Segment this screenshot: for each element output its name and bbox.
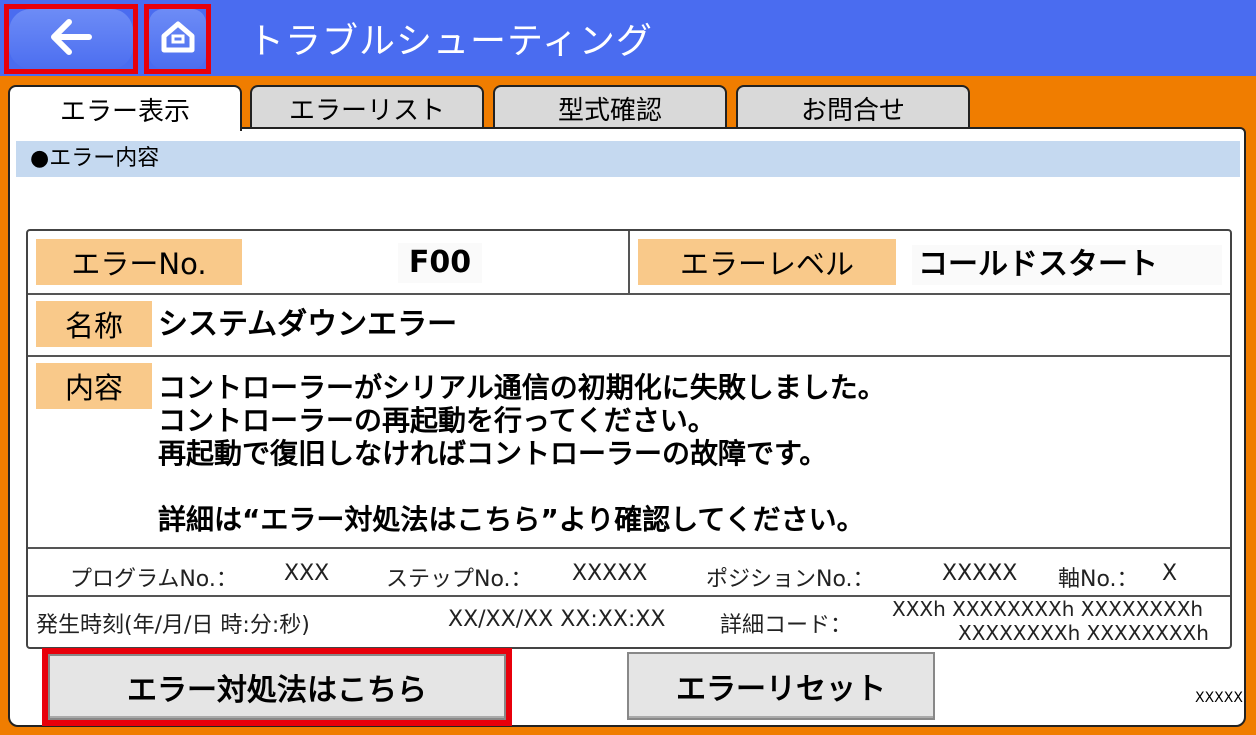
detail-code-line-2: XXXXXXXXh XXXXXXXXh	[958, 621, 1209, 645]
axis-no-label: 軸No.：	[1058, 567, 1139, 592]
footer-code: XXXXX	[1195, 690, 1243, 706]
content-line: コントローラーがシリアル通信の初期化に失敗しました。	[158, 371, 886, 404]
page-title: トラブルシューティング	[248, 21, 653, 62]
content-panel: ●エラー内容 エラーNo. F00 エラーレベル コールドスタート 名称 システ…	[8, 127, 1246, 727]
home-icon	[159, 19, 197, 59]
home-button-face[interactable]	[149, 9, 206, 69]
row-divider	[28, 355, 1230, 357]
content-line: コントローラーの再起動を行ってください。	[158, 404, 716, 437]
home-button[interactable]	[144, 4, 211, 74]
detail-code-line-1: XXXh XXXXXXXXh XXXXXXXXh	[892, 597, 1204, 621]
column-divider	[628, 231, 630, 293]
arrow-left-icon	[49, 17, 93, 61]
error-remedy-button-highlight[interactable]: エラー対処法はこちら	[42, 648, 512, 726]
name-label: 名称	[36, 301, 152, 347]
step-no-value: XXXXX	[572, 561, 648, 586]
error-reset-button[interactable]: エラーリセット	[627, 652, 935, 720]
name-value: システムダウンエラー	[158, 307, 458, 342]
error-level-label: エラーレベル	[638, 239, 896, 285]
tab-contact[interactable]: お問合せ	[736, 85, 970, 129]
error-no-value: F00	[398, 243, 482, 283]
content-line	[158, 470, 1218, 503]
tab-error-display[interactable]: エラー表示	[8, 85, 242, 131]
content-line: 詳細は“エラー対処法はこちら”より確認してください。	[158, 503, 865, 536]
back-button-face[interactable]	[9, 9, 133, 69]
tab-error-list[interactable]: エラーリスト	[250, 85, 484, 129]
row-divider	[28, 547, 1230, 549]
position-no-value: XXXXX	[942, 561, 1018, 586]
program-no-label: プログラムNo.：	[70, 567, 238, 592]
position-no-label: ポジションNo.：	[706, 567, 875, 592]
content-label: 内容	[36, 363, 152, 409]
tab-model-check[interactable]: 型式確認	[493, 85, 727, 129]
section-header: ●エラー内容	[16, 141, 1240, 177]
back-button[interactable]	[4, 4, 138, 74]
content-line: 再起動で復旧しなければコントローラーの故障です。	[158, 437, 828, 470]
row-divider	[28, 293, 1230, 295]
content-description: コントローラーがシリアル通信の初期化に失敗しました。 コントローラーの再起動を行…	[158, 371, 1218, 536]
occurrence-time-value: XX/XX/XX XX:XX:XX	[448, 607, 666, 632]
step-no-label: ステップNo.：	[386, 567, 533, 592]
error-no-label: エラーNo.	[36, 239, 242, 285]
error-info-box: エラーNo. F00 エラーレベル コールドスタート 名称 システムダウンエラー…	[26, 229, 1232, 649]
title-bar: トラブルシューティング	[0, 0, 1256, 76]
program-no-value: XXX	[284, 561, 330, 586]
error-remedy-button[interactable]: エラー対処法はこちら	[48, 654, 506, 720]
detail-code-label: 詳細コード：	[720, 613, 853, 638]
error-level-value: コールドスタート	[912, 245, 1222, 285]
occurrence-time-label: 発生時刻(年/月/日 時:分:秒)	[36, 613, 310, 638]
axis-no-value: X	[1162, 561, 1178, 586]
